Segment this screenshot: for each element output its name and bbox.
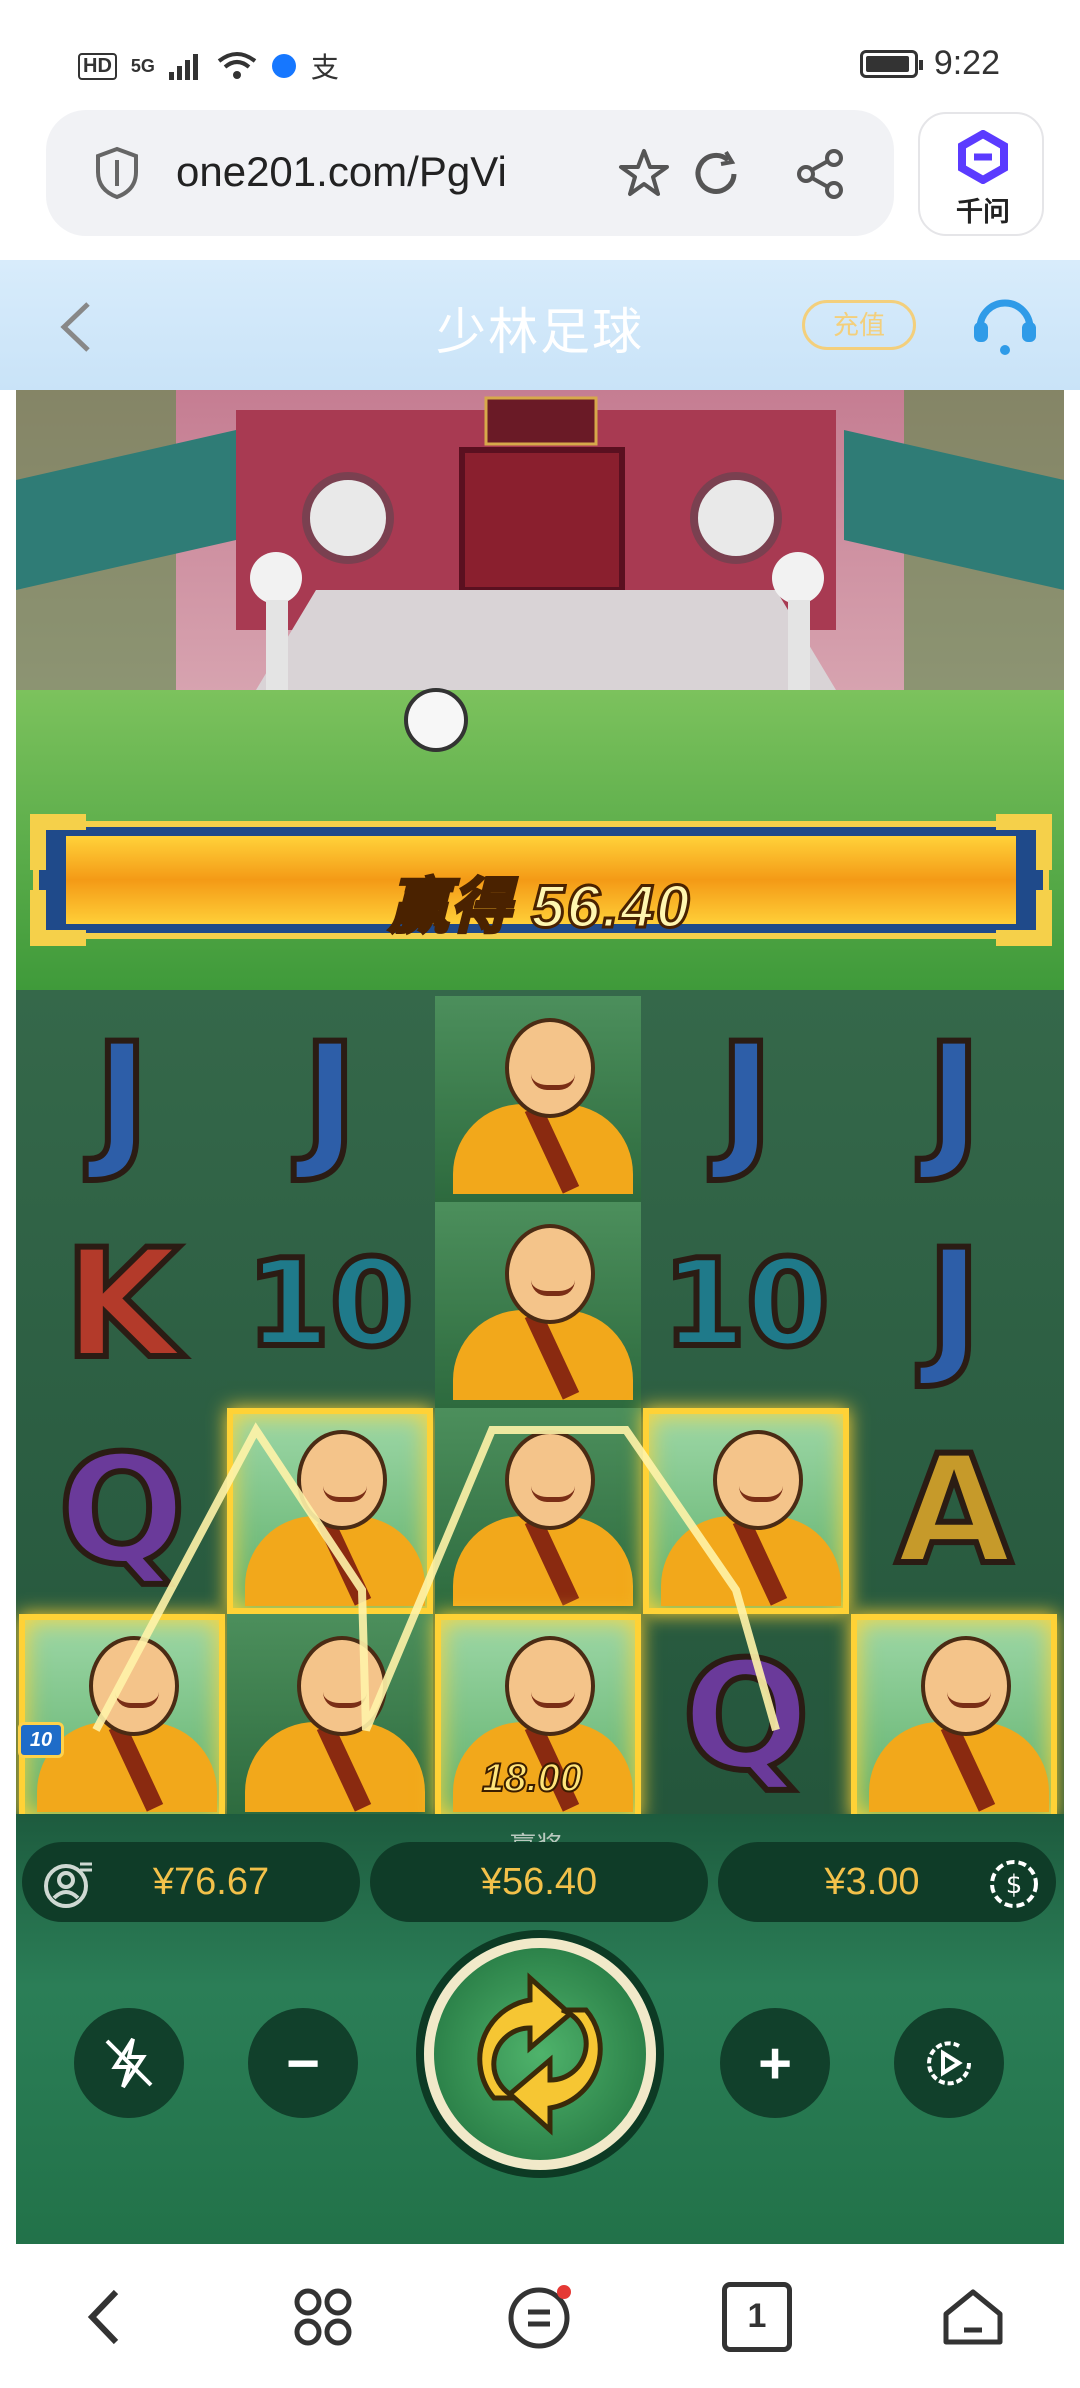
- alipay-icon: [271, 54, 296, 78]
- shield-icon[interactable]: [94, 146, 140, 200]
- signal-icon: [168, 54, 198, 80]
- win-value: ¥56.40: [480, 1860, 598, 1903]
- hd-indicator: HD: [78, 52, 117, 80]
- minus-icon: −: [286, 2030, 320, 2096]
- bet-value: ¥3.00: [824, 1860, 920, 1903]
- plus-icon: +: [758, 2030, 792, 2096]
- balance-display[interactable]: ¥76.67: [22, 1842, 360, 1922]
- address-bar[interactable]: one201.com/PgVi: [46, 110, 894, 236]
- win-amount-banner-text: 赢得 56.40: [387, 872, 692, 942]
- browser-nav-bar: 1: [0, 2244, 1080, 2388]
- user-wallet-icon[interactable]: [42, 1858, 94, 1910]
- customer-service-icon[interactable]: [970, 294, 1040, 358]
- status-bar: HD 5G 支 9:22: [0, 0, 1080, 110]
- page-title: 少林足球: [436, 304, 644, 360]
- network-indicator: 5G: [130, 55, 155, 76]
- payline: [92, 1422, 780, 1732]
- browser-icon: 支: [310, 52, 339, 83]
- bet-display[interactable]: ¥3.00 $: [718, 1842, 1056, 1922]
- reload-icon[interactable]: [688, 146, 744, 202]
- qianwen-button[interactable]: 千问: [918, 112, 1044, 236]
- clock: 9:22: [933, 44, 1000, 82]
- increase-bet-button[interactable]: +: [720, 2008, 830, 2118]
- balance-value: ¥76.67: [152, 1860, 270, 1903]
- back-icon[interactable]: [72, 2282, 142, 2352]
- decrease-bet-button[interactable]: −: [248, 2008, 358, 2118]
- control-panel: 赢奖 ¥76.67 ¥56.40 ¥3.00 $ − +: [16, 1814, 1064, 2244]
- home-icon[interactable]: [938, 2282, 1008, 2352]
- coin-icon[interactable]: $: [988, 1858, 1040, 1910]
- multiplier-badge: 10: [18, 1722, 64, 1758]
- turbo-button[interactable]: [74, 2008, 184, 2118]
- recharge-button[interactable]: 充值: [802, 300, 916, 350]
- url-text[interactable]: one201.com/PgVi: [176, 148, 596, 196]
- qianwen-logo-icon: [958, 130, 1008, 184]
- page-header: 少林足球 充值: [0, 260, 1080, 390]
- autoplay-icon: [927, 2041, 972, 2086]
- tabs-button[interactable]: 1: [722, 2282, 792, 2352]
- svg-text:$: $: [1006, 1870, 1023, 1900]
- spin-arrows-icon: [477, 1972, 603, 2136]
- autoplay-button[interactable]: [894, 2008, 1004, 2118]
- share-icon[interactable]: [792, 146, 848, 202]
- slot-game[interactable]: 赢得 56.40 JKQJ10J10QJJA 10 18.00 赢奖 ¥76.6…: [16, 390, 1064, 2244]
- apps-icon[interactable]: [288, 2282, 358, 2352]
- star-icon[interactable]: [616, 146, 672, 202]
- spin-button[interactable]: [424, 1938, 656, 2170]
- win-display: ¥56.40: [370, 1842, 708, 1922]
- menu-icon[interactable]: [504, 2282, 574, 2352]
- lightning-off-icon: [105, 2037, 153, 2089]
- battery-icon: [859, 49, 923, 78]
- qianwen-label: 千问: [956, 197, 1010, 227]
- line-payout: 18.00: [481, 1755, 583, 1801]
- wifi-icon: [217, 52, 257, 79]
